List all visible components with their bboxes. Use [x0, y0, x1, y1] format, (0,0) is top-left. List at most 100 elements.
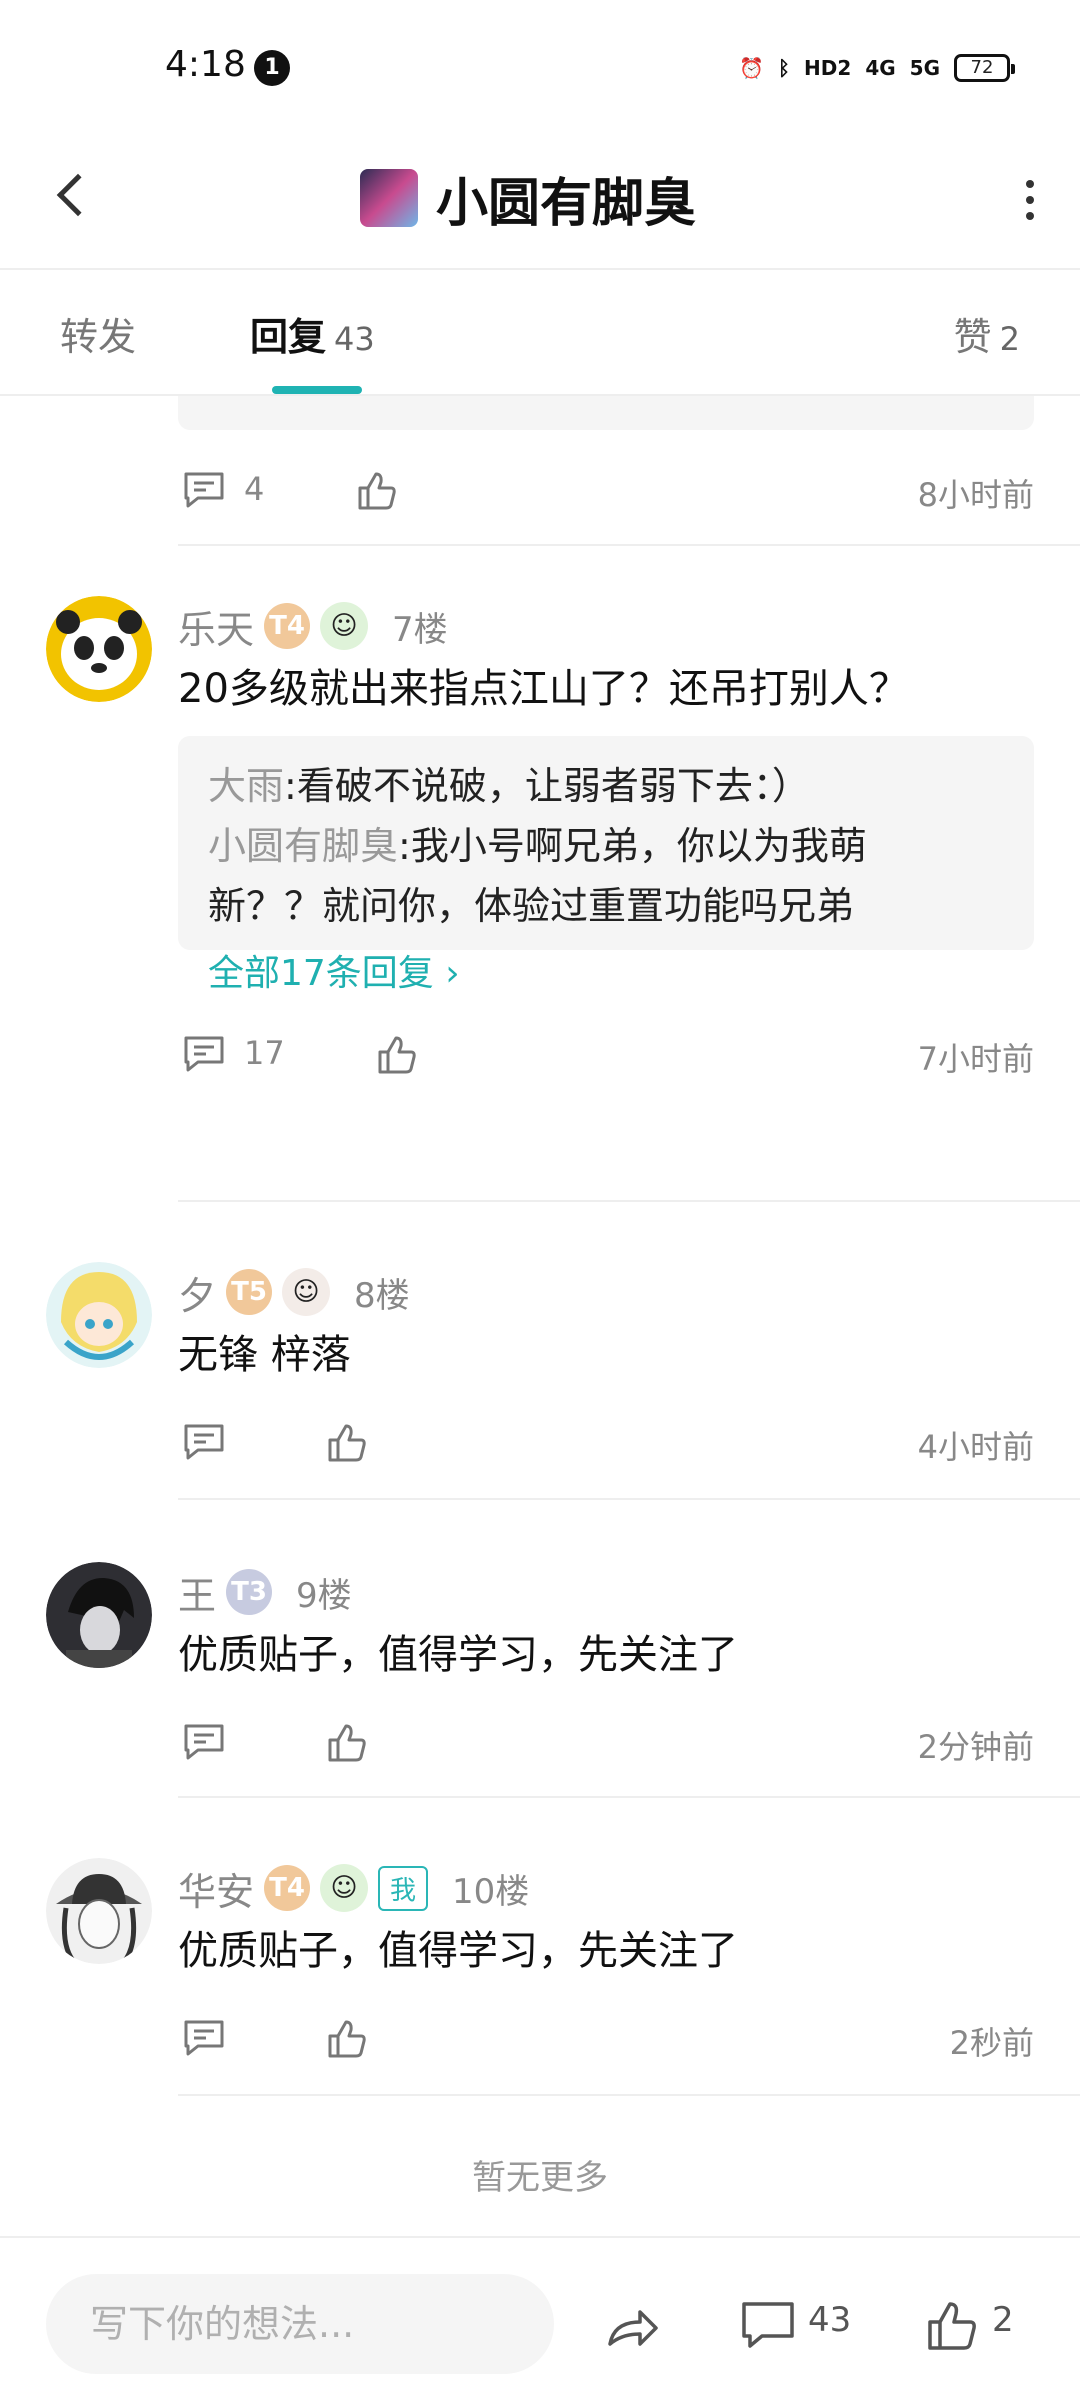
status-icons: ⏰ ᛒ HD2 4G 5G 72 — [739, 48, 1015, 88]
comment-icon[interactable] — [182, 2016, 226, 2060]
title-avatar — [360, 169, 418, 227]
reply-actions: 2分钟前 — [178, 1712, 1034, 1772]
like-icon[interactable] — [324, 1720, 368, 1764]
share-icon[interactable] — [604, 2298, 660, 2354]
me-badge: 我 — [378, 1865, 429, 1911]
sub-reply-text: :我小号啊兄弟，你以为我萌 — [398, 824, 867, 868]
divider — [178, 2094, 1080, 2096]
divider — [178, 1796, 1080, 1798]
reply-text: 优质贴子，值得学习，先关注了 — [178, 1632, 738, 1678]
floor-number: 8楼 — [354, 1275, 410, 1316]
username[interactable]: 华安 — [178, 1861, 254, 1916]
battery-icon: 72 — [954, 54, 1015, 82]
comment-count: 17 — [244, 1034, 285, 1072]
post-time: 8小时前 — [917, 476, 1034, 514]
level-badge: T4 — [264, 1865, 311, 1911]
level-badge: T4 — [264, 603, 311, 649]
level-badge: T5 — [226, 1269, 273, 1315]
tab-like-count: 2 — [999, 320, 1020, 358]
signal-4g-icon: 4G — [865, 56, 896, 80]
like-icon[interactable] — [324, 1420, 368, 1464]
sub-reply: 大雨:看破不说破，让弱者弱下去：） — [208, 756, 1004, 816]
user-line: 华安 T4 ☺ 我 10楼 — [178, 1858, 529, 1918]
avatar[interactable] — [46, 1562, 152, 1668]
post-time: 7小时前 — [917, 1040, 1034, 1078]
comment-icon[interactable] — [182, 1032, 226, 1076]
tab-like[interactable]: 赞2 — [954, 306, 1020, 361]
character-badge-icon: ☺ — [282, 1268, 331, 1316]
reply-text: 无锋 梓落 — [178, 1332, 351, 1378]
comment-count: 43 — [808, 2300, 852, 2340]
back-arrow-icon — [56, 173, 100, 217]
sub-reply-author[interactable]: 大雨 — [208, 764, 284, 808]
comment-icon[interactable] — [182, 468, 226, 512]
alarm-icon: ⏰ — [739, 56, 765, 80]
character-badge-icon: ☺ — [320, 1864, 369, 1912]
more-options-button[interactable] — [1010, 165, 1050, 235]
floor-number: 10楼 — [452, 1871, 530, 1912]
comment-input[interactable]: 写下你的想法... — [46, 2274, 554, 2374]
reply-actions: 17 7小时前 — [178, 1024, 1034, 1084]
reply-list: 4 8小时前 乐天 T4 ☺ 7楼 20多级就出来指点江山了？还吊打别人？ 大雨… — [0, 396, 1080, 2236]
previous-post-actions: 4 8小时前 — [178, 460, 1034, 520]
notification-badge: 1 — [254, 50, 290, 86]
tab-forward[interactable]: 转发 — [60, 306, 136, 361]
bluetooth-icon: ᛒ — [778, 56, 791, 80]
signal-5g-icon: 5G — [909, 56, 940, 80]
username[interactable]: 乐天 — [178, 599, 254, 654]
divider — [178, 1498, 1080, 1500]
page-title: 小圆有脚臭 — [436, 173, 697, 234]
title-wrap[interactable]: 小圆有脚臭 — [360, 158, 696, 238]
username[interactable]: 夕 — [178, 1265, 216, 1320]
user-line: 乐天 T4 ☺ 7楼 — [178, 596, 448, 656]
hd-signal-icon: HD2 — [804, 56, 852, 80]
avatar[interactable] — [46, 1262, 152, 1368]
tab-indicator — [272, 386, 362, 394]
username[interactable]: 王 — [178, 1565, 216, 1620]
floor-number: 7楼 — [392, 609, 448, 650]
sub-reply-text: :看破不说破，让弱者弱下去：） — [284, 764, 810, 808]
like-count: 2 — [992, 2300, 1014, 2340]
level-badge: T3 — [226, 1569, 273, 1615]
floor-number: 9楼 — [296, 1575, 352, 1616]
like-icon[interactable] — [374, 1032, 418, 1076]
status-bar: 4:18 1 ⏰ ᛒ HD2 4G 5G 72 — [0, 0, 1080, 130]
comment-icon[interactable] — [740, 2298, 796, 2354]
reply-text: 优质贴子，值得学习，先关注了 — [178, 1928, 738, 1974]
top-header: 小圆有脚臭 — [0, 130, 1080, 270]
reply-actions: 2秒前 — [178, 2008, 1034, 2068]
like-icon[interactable] — [924, 2298, 980, 2354]
user-line: 夕 T5 ☺ 8楼 — [178, 1262, 410, 1322]
post-time: 2秒前 — [949, 2024, 1034, 2062]
tab-forward-label: 转发 — [60, 315, 137, 359]
sub-reply-continued: 新？？就问你，体验过重置功能吗兄弟 — [208, 884, 855, 928]
tab-like-label: 赞 — [953, 315, 992, 359]
tab-reply-label: 回复 — [250, 315, 327, 359]
bottom-bar: 写下你的想法... 43 2 — [0, 2236, 1080, 2400]
no-more-text: 暂无更多 — [472, 2158, 608, 2198]
character-badge-icon: ☺ — [320, 602, 369, 650]
view-all-replies-link[interactable]: 全部17条回复 › — [208, 944, 460, 1004]
comment-icon[interactable] — [182, 1720, 226, 1764]
like-icon[interactable] — [324, 2016, 368, 2060]
post-time: 4小时前 — [917, 1428, 1034, 1466]
previous-quote-box — [178, 396, 1034, 430]
sub-reply: 小圆有脚臭:我小号啊兄弟，你以为我萌 — [208, 816, 1004, 876]
comment-count: 4 — [244, 470, 265, 508]
back-button[interactable] — [40, 160, 100, 230]
comment-icon[interactable] — [182, 1420, 226, 1464]
reply-actions: 4小时前 — [178, 1412, 1034, 1472]
post-time: 2分钟前 — [917, 1728, 1034, 1766]
status-time: 4:18 — [165, 44, 246, 85]
reply-text: 20多级就出来指点江山了？还吊打别人？ — [178, 666, 909, 712]
sub-replies-box[interactable]: 大雨:看破不说破，让弱者弱下去：） 小圆有脚臭:我小号啊兄弟，你以为我萌 新？？… — [178, 736, 1034, 950]
tab-bar: 转发 回复 43 赞2 — [0, 270, 1080, 396]
user-line: 王 T3 9楼 — [178, 1562, 352, 1622]
avatar[interactable] — [46, 596, 152, 702]
tab-reply[interactable]: 回复 43 — [250, 306, 375, 361]
like-icon[interactable] — [354, 468, 398, 512]
divider — [178, 544, 1080, 546]
avatar[interactable] — [46, 1858, 152, 1964]
sub-reply-author[interactable]: 小圆有脚臭 — [208, 824, 398, 868]
tab-reply-count: 43 — [334, 320, 375, 358]
